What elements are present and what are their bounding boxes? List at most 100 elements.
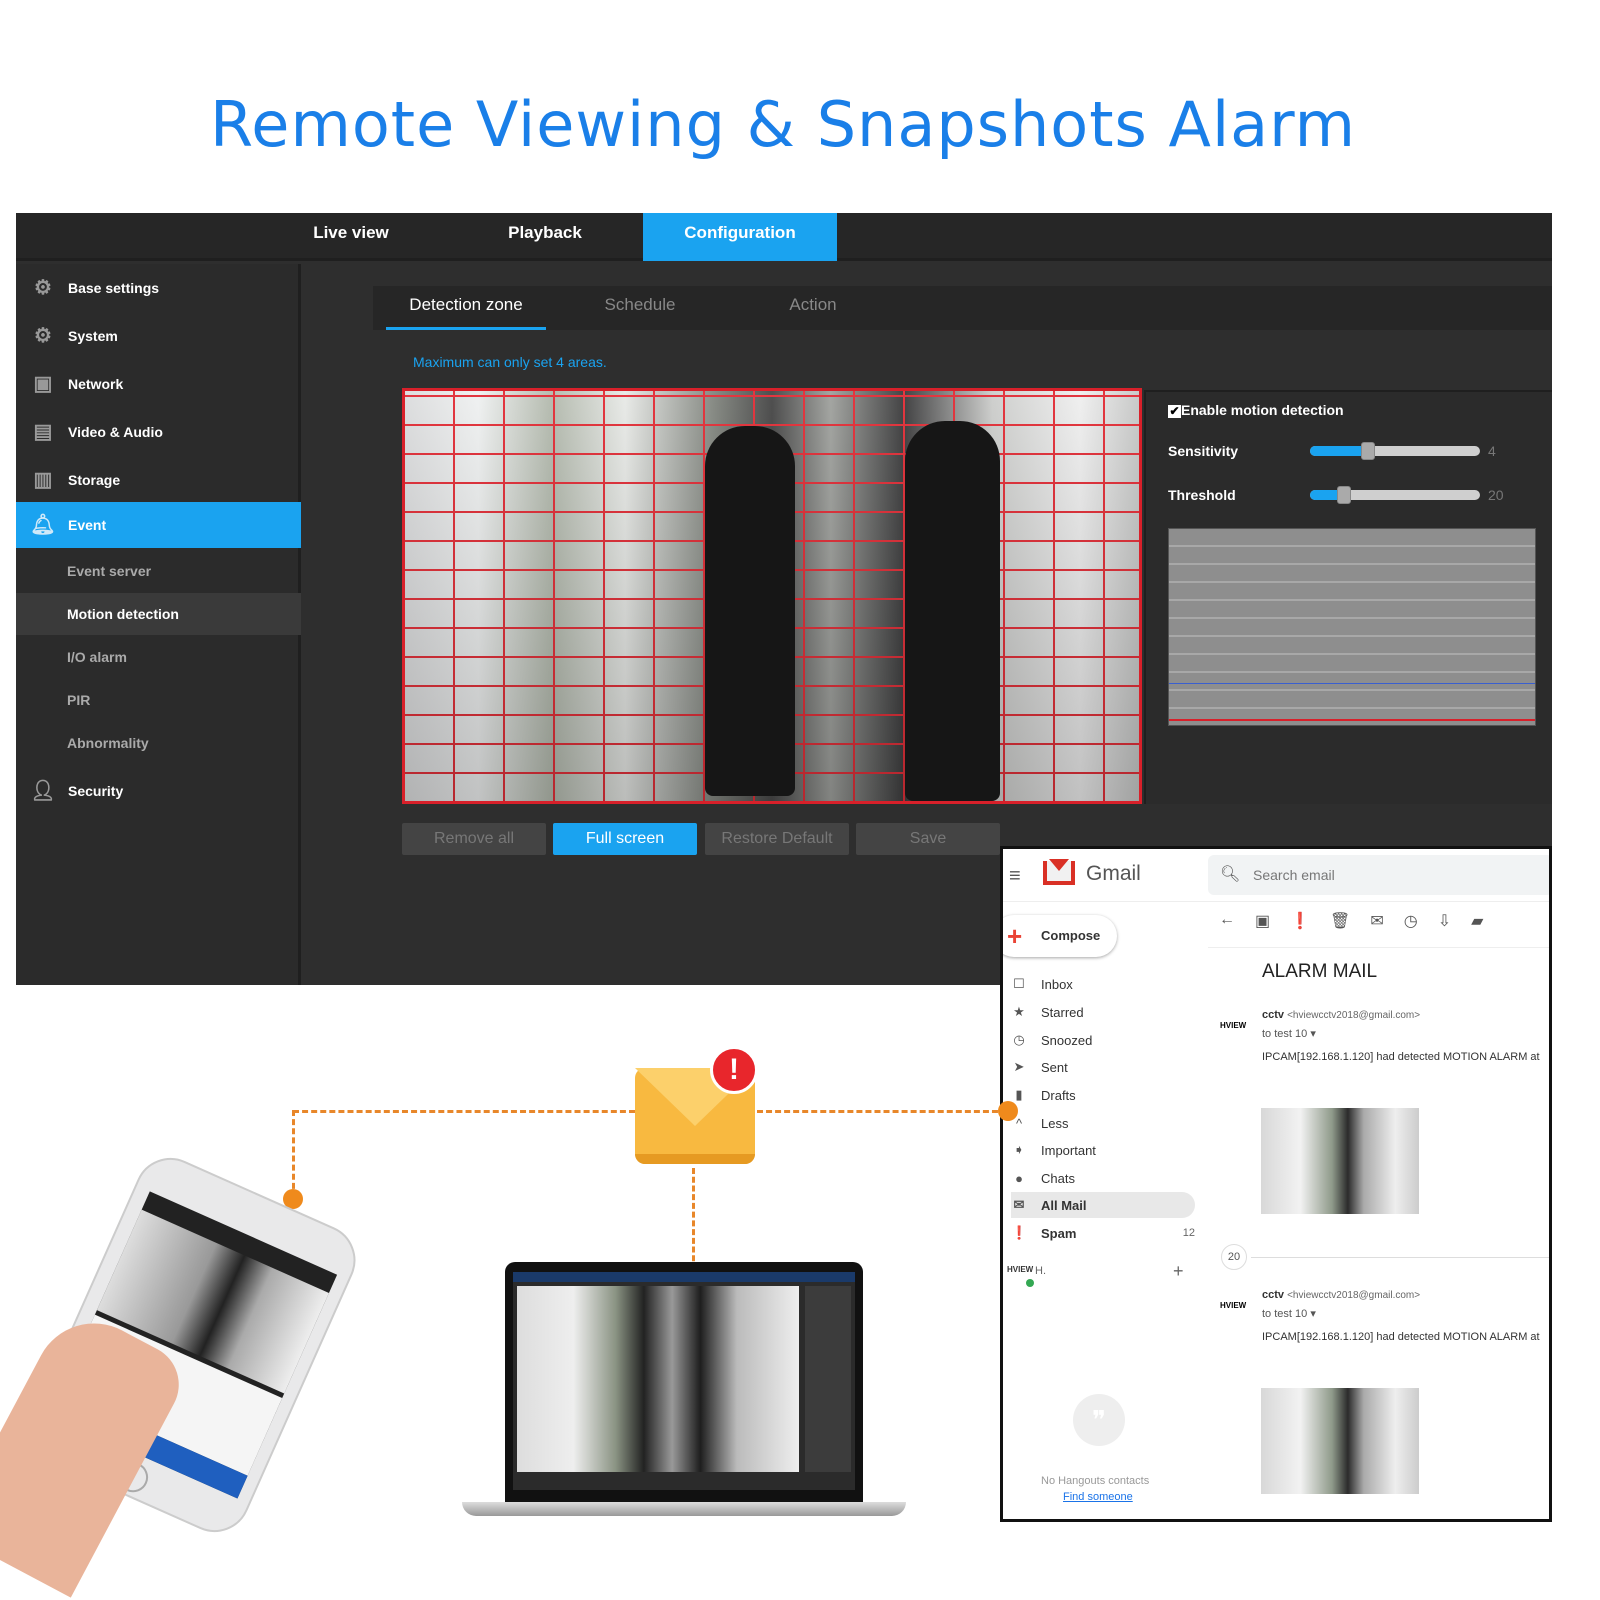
network-icon: ▣ — [33, 373, 53, 395]
sidebar-sub-event-server[interactable]: Event server — [16, 550, 301, 592]
star-icon: ★ — [1013, 1004, 1025, 1019]
message-recipient[interactable]: to test 10 ▾ — [1262, 1027, 1316, 1040]
laptop — [505, 1262, 863, 1502]
alert-badge-icon: ! — [710, 1046, 758, 1094]
plus-icon: + — [1007, 921, 1023, 951]
sensitivity-value: 4 — [1488, 443, 1496, 459]
label-icon[interactable]: ▰ — [1471, 911, 1483, 931]
user-gear-icon: 👤︎ — [30, 780, 56, 802]
restore-default-button[interactable]: Restore Default — [705, 823, 849, 855]
bell-icon: 🔔︎ — [30, 514, 56, 536]
move-to-icon[interactable]: ⇩ — [1438, 911, 1451, 931]
tab-action[interactable]: Action — [733, 286, 893, 330]
connector-dot — [998, 1101, 1018, 1121]
save-button[interactable]: Save — [856, 823, 1000, 855]
draft-icon: ▮ — [1015, 1087, 1023, 1102]
sender-avatar: HVIEW — [1220, 1301, 1247, 1310]
message-body: IPCAM[192.168.1.120] had detected MOTION… — [1262, 1051, 1540, 1063]
laptop-screen — [513, 1272, 855, 1490]
sensitivity-slider[interactable] — [1310, 442, 1480, 460]
nav-snoozed[interactable]: ◷ Snoozed — [1011, 1027, 1195, 1053]
add-contact-button[interactable]: + — [1173, 1261, 1184, 1282]
sidebar-sub-io-alarm[interactable]: I/O alarm — [16, 636, 301, 678]
nav-important[interactable]: ➧ Important — [1011, 1137, 1195, 1163]
detection-zone-grid[interactable] — [402, 388, 1142, 804]
important-icon: ➧ — [1013, 1142, 1025, 1157]
nav-drafts[interactable]: ▮ Drafts — [1011, 1082, 1195, 1108]
spam-icon: ❗ — [1011, 1225, 1028, 1240]
sidebar-item-event[interactable]: 🔔︎ Event — [16, 502, 301, 548]
threshold-value: 20 — [1488, 487, 1504, 503]
gmail-brand: Gmail — [1086, 862, 1141, 885]
sidebar-item-system[interactable]: ⚙ System — [16, 313, 301, 359]
gmail-window: ≡ Gmail 🔍︎ Search email + Compose ☐ Inbox… — [1000, 846, 1552, 1522]
mail-subject: ALARM MAIL — [1262, 961, 1378, 982]
sidebar: ⚙ Base settings ⚙ System ▣ Network ▤ Video &… — [16, 264, 301, 985]
message-header[interactable]: cctv <hviewcctv2018@gmail.com> — [1262, 1009, 1420, 1021]
nav-all-mail[interactable]: ✉ All Mail — [1011, 1192, 1195, 1218]
no-contacts-text: No Hangouts contacts — [1041, 1475, 1150, 1487]
menu-icon[interactable]: ≡ — [1009, 865, 1021, 888]
trash-icon[interactable]: 🗑︎ — [1330, 911, 1350, 931]
archive-icon[interactable]: ▣ — [1255, 911, 1270, 931]
sidebar-sub-pir[interactable]: PIR — [16, 679, 301, 721]
gear-icon: ⚙ — [34, 277, 52, 299]
tab-live-view[interactable]: Live view — [254, 213, 448, 261]
motion-level-graph — [1168, 528, 1536, 726]
compose-button[interactable]: + Compose — [1003, 915, 1117, 957]
nav-inbox[interactable]: ☐ Inbox — [1011, 971, 1195, 997]
snapshot-image[interactable] — [1261, 1108, 1419, 1214]
chat-icon: ● — [1015, 1170, 1023, 1186]
laptop-base — [462, 1502, 906, 1516]
sidebar-item-storage[interactable]: ▥ Storage — [16, 457, 301, 503]
gears-icon: ⚙ — [34, 325, 52, 347]
report-spam-icon[interactable]: ❗ — [1290, 911, 1310, 931]
floppy-icon: ▥ — [33, 469, 53, 491]
sidebar-sub-abnormality[interactable]: Abnormality — [16, 722, 301, 764]
sidebar-item-video-audio[interactable]: ▤ Video & Audio — [16, 409, 301, 455]
message-header[interactable]: cctv <hviewcctv2018@gmail.com> — [1262, 1289, 1420, 1301]
collapsed-count[interactable]: 20 — [1221, 1244, 1247, 1270]
intruder-figure — [705, 426, 795, 796]
nav-less[interactable]: ^ Less — [1011, 1110, 1195, 1136]
hangouts-logo: HVIEW — [1007, 1265, 1034, 1274]
slider-handle[interactable] — [1361, 442, 1375, 460]
threshold-slider[interactable] — [1310, 486, 1480, 504]
message-recipient[interactable]: to test 10 ▾ — [1262, 1307, 1316, 1320]
tab-playback[interactable]: Playback — [448, 213, 642, 261]
nav-chats[interactable]: ● Chats — [1011, 1165, 1195, 1191]
search-input[interactable]: 🔍︎ Search email — [1208, 855, 1549, 895]
tab-detection-zone[interactable]: Detection zone — [386, 286, 546, 330]
find-someone-link[interactable]: Find someone — [1063, 1491, 1133, 1503]
nav-spam[interactable]: ❗ Spam 12 — [1011, 1220, 1195, 1246]
sidebar-item-security[interactable]: 👤︎ Security — [16, 768, 301, 814]
remove-all-button[interactable]: Remove all — [402, 823, 546, 855]
back-icon[interactable]: ← — [1219, 911, 1235, 931]
mail-icon: ✉ — [1013, 1197, 1025, 1212]
snooze-icon[interactable]: ◷ — [1404, 911, 1418, 931]
enable-motion-checkbox[interactable]: ✔Enable motion detection — [1168, 402, 1344, 418]
threshold-label: Threshold — [1168, 487, 1236, 503]
area-limit-hint: Maximum can only set 4 areas. — [413, 354, 607, 370]
tab-configuration[interactable]: Configuration — [643, 213, 837, 261]
hangouts-user[interactable]: H. — [1035, 1265, 1046, 1277]
sidebar-sub-motion-detection[interactable]: Motion detection — [16, 593, 301, 635]
nav-starred[interactable]: ★ Starred — [1011, 999, 1195, 1025]
snapshot-image[interactable] — [1261, 1388, 1419, 1494]
full-screen-button[interactable]: Full screen — [553, 823, 697, 855]
clock-icon: ◷ — [1013, 1032, 1025, 1047]
hangouts-icon: ❞ — [1073, 1394, 1125, 1446]
sensitivity-label: Sensitivity — [1168, 443, 1239, 459]
tab-schedule[interactable]: Schedule — [560, 286, 720, 330]
sidebar-item-network[interactable]: ▣ Network — [16, 361, 301, 407]
nav-sent[interactable]: ➤ Sent — [1011, 1054, 1195, 1080]
mark-unread-icon[interactable]: ✉ — [1370, 911, 1383, 931]
motion-settings-panel: ✔Enable motion detection Sensitivity 4 T… — [1144, 390, 1552, 804]
clapper-icon: ▤ — [33, 421, 53, 443]
sidebar-item-base-settings[interactable]: ⚙ Base settings — [16, 265, 301, 311]
sub-tabs: Detection zone Schedule Action — [373, 286, 1552, 330]
intruder-figure — [905, 421, 1000, 801]
search-icon: 🔍︎ — [1220, 866, 1241, 883]
page-title: Remote Viewing & Snapshots Alarm — [210, 88, 1356, 161]
slider-handle[interactable] — [1337, 486, 1351, 504]
